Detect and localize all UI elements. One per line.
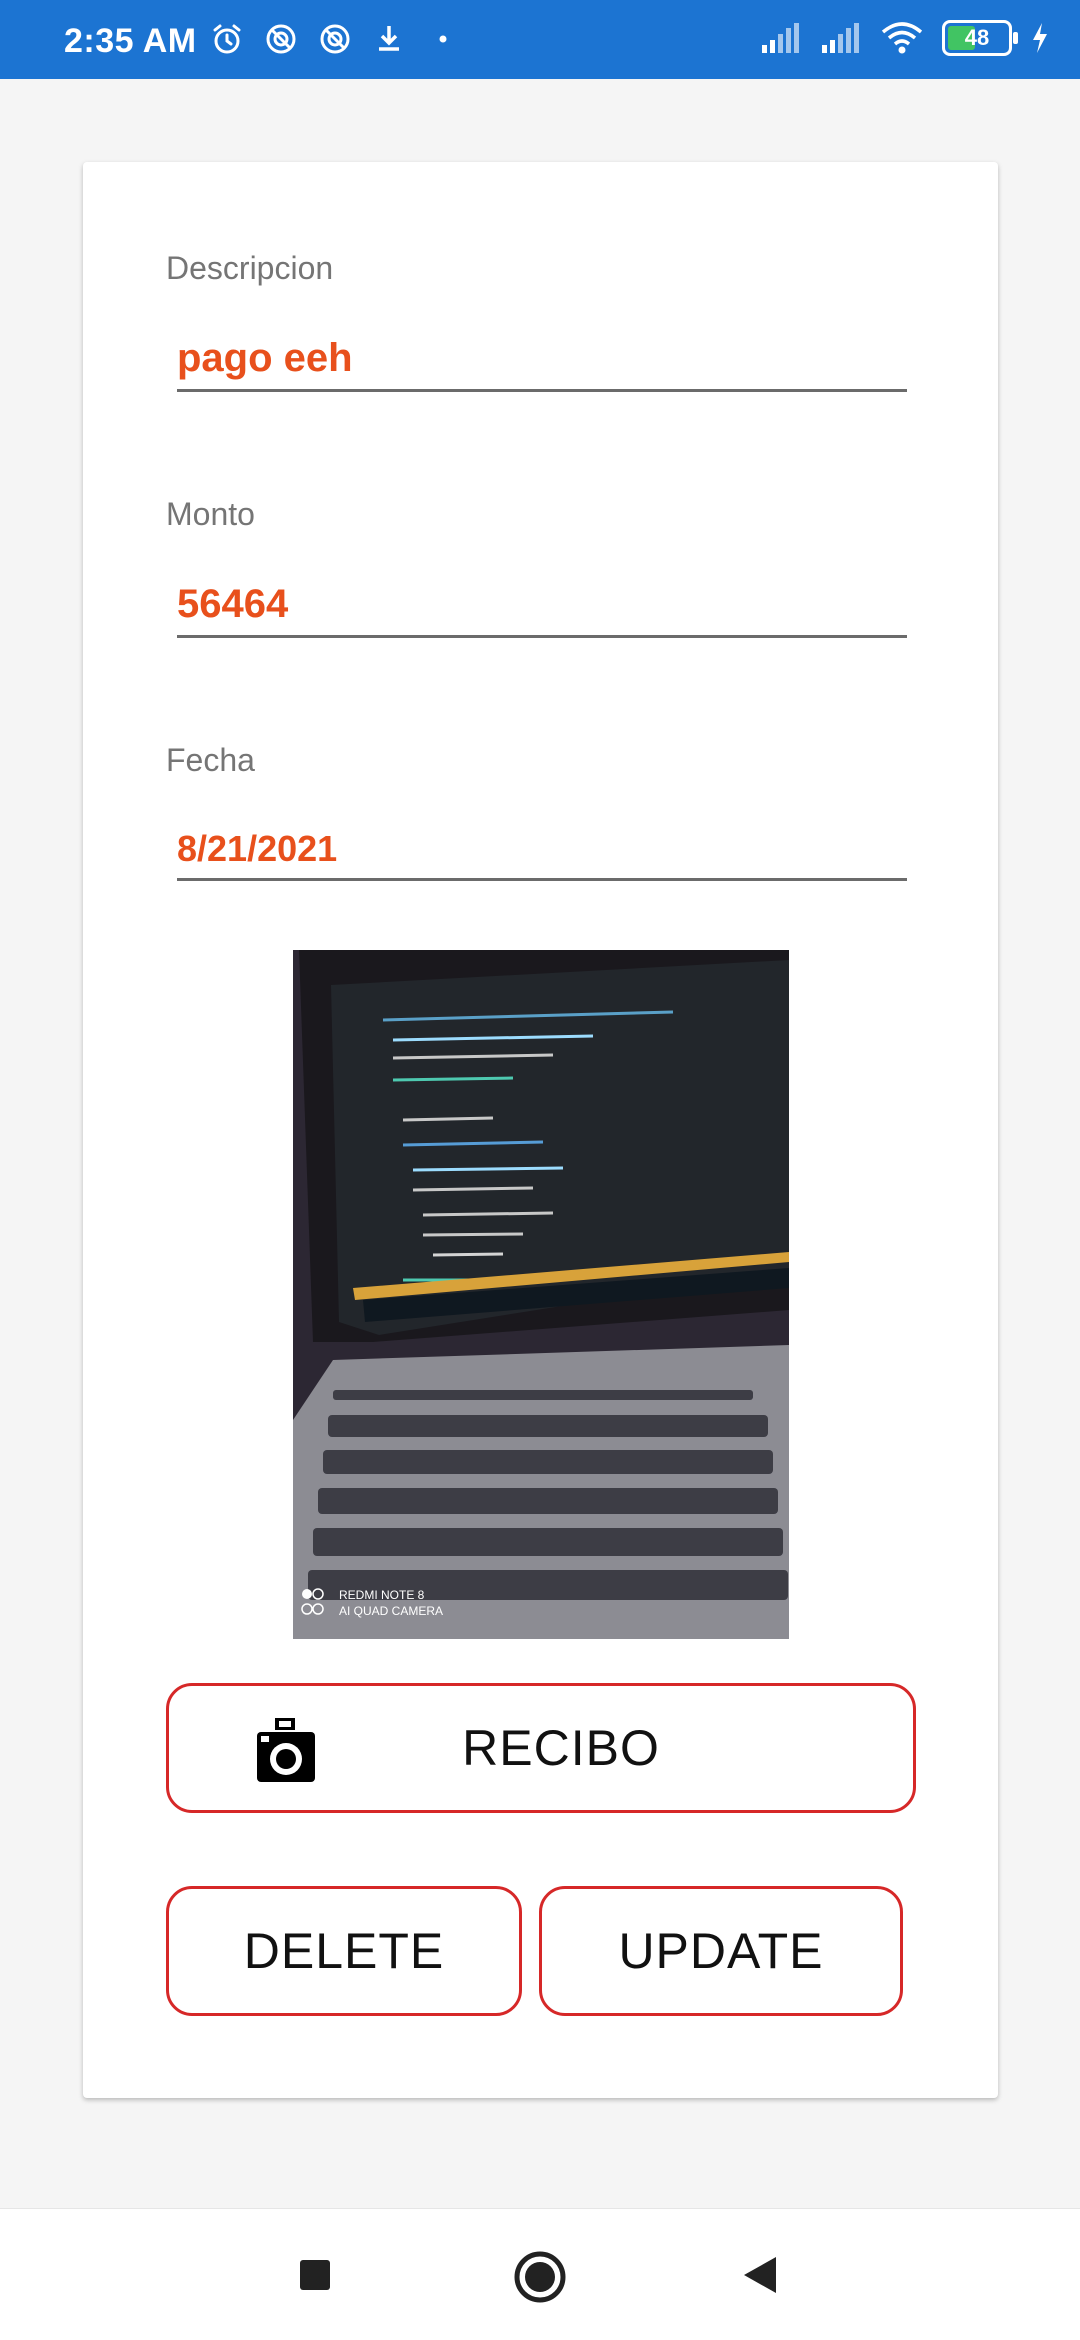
signal-icon <box>762 23 799 53</box>
payment-card: Descripcion pago eeh Monto 56464 Fecha 8… <box>83 162 998 2098</box>
status-time: 2:35 AM <box>64 22 197 60</box>
watermark-model: REDMI NOTE 8 <box>339 1588 425 1602</box>
descripcion-label: Descripcion <box>166 250 334 286</box>
status-icons-right: 48 <box>760 20 1050 56</box>
delete-button[interactable]: DELETE <box>166 1886 522 2016</box>
navigation-bar <box>0 2208 1080 2340</box>
monto-field[interactable]: 56464 <box>177 582 907 638</box>
laptop-image: REDMI NOTE 8 AI QUAD CAMERA <box>293 950 789 1639</box>
update-button[interactable]: UPDATE <box>539 1886 903 2016</box>
back-icon[interactable] <box>742 2255 778 2295</box>
download-icon <box>379 26 399 51</box>
dot-icon <box>439 35 447 43</box>
wifi-icon <box>881 22 923 54</box>
fecha-label: Fecha <box>166 742 255 778</box>
signal-icon-2 <box>822 23 859 53</box>
home-icon[interactable] <box>513 2250 567 2304</box>
status-bar: 2:35 AM 48 <box>0 0 1080 79</box>
monto-label: Monto <box>166 496 255 532</box>
receipt-photo[interactable]: REDMI NOTE 8 AI QUAD CAMERA <box>293 950 789 1639</box>
sync-disabled-icon-2 <box>320 24 350 54</box>
battery-level: 48 <box>964 25 990 50</box>
charging-icon <box>1033 23 1047 53</box>
fecha-field[interactable]: 8/21/2021 <box>177 828 907 881</box>
watermark-camera: AI QUAD CAMERA <box>339 1604 443 1618</box>
delete-label: DELETE <box>243 1923 445 1979</box>
battery-icon: 48 <box>942 20 1018 56</box>
camera-icon <box>257 1718 315 1782</box>
recibo-button[interactable]: RECIBO <box>166 1683 916 1813</box>
update-label: UPDATE <box>618 1923 824 1979</box>
recibo-label: RECIBO <box>462 1720 660 1776</box>
descripcion-field[interactable]: pago eeh <box>177 336 907 392</box>
recents-icon[interactable] <box>298 2258 332 2292</box>
sync-disabled-icon <box>266 24 296 54</box>
status-icons-left <box>210 22 460 56</box>
alarm-icon <box>213 24 241 54</box>
